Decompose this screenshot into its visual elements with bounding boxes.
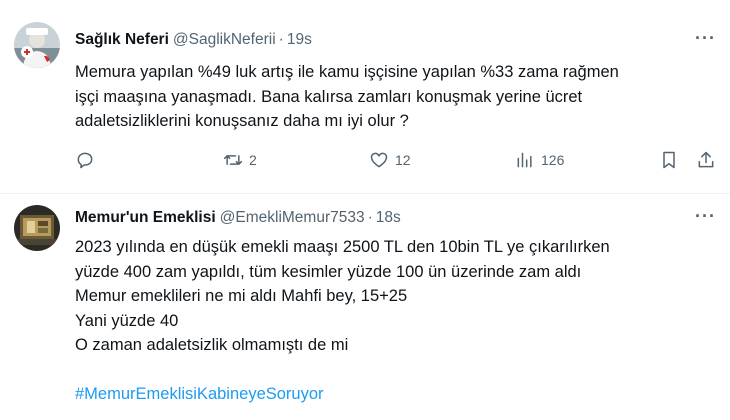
tweet-line: Memura yapılan %49 luk artış ile kamu iş… bbox=[75, 63, 619, 81]
reply-button[interactable] bbox=[75, 150, 95, 170]
display-name[interactable]: Memur'un Emeklisi bbox=[75, 209, 216, 227]
tweet-text: 2023 yılında en düşük emekli maaşı 2500 … bbox=[75, 235, 715, 407]
avatar[interactable] bbox=[14, 22, 60, 68]
tweet-line: Yani yüzde 40 bbox=[75, 311, 179, 330]
tweet-actions: 2 12 126 bbox=[75, 150, 718, 174]
user-handle[interactable]: @SaglikNeferii bbox=[173, 31, 276, 49]
user-handle[interactable]: @EmekliMemur7533 bbox=[220, 209, 365, 227]
retweet-button[interactable]: 2 bbox=[223, 150, 257, 170]
like-button[interactable]: 12 bbox=[369, 150, 411, 170]
hashtag-link[interactable]: #MemurEmeklisiKabineyeSoruyor bbox=[75, 382, 715, 407]
tweet-line: O zaman adaletsizlik olmamıştı de mi bbox=[75, 336, 349, 354]
tweet-header: Sağlık Neferi @SaglikNeferii · 19s bbox=[75, 31, 312, 49]
more-icon: ··· bbox=[695, 206, 716, 226]
timestamp[interactable]: 18s bbox=[376, 209, 401, 227]
heart-icon bbox=[370, 152, 388, 168]
display-name[interactable]: Sağlık Neferi bbox=[75, 31, 169, 49]
more-icon: ··· bbox=[695, 28, 716, 48]
avatar[interactable] bbox=[14, 205, 60, 251]
share-button[interactable] bbox=[696, 150, 716, 170]
more-options-button[interactable]: ··· bbox=[695, 28, 716, 49]
views-button[interactable]: 126 bbox=[515, 150, 564, 170]
view-count: 126 bbox=[541, 152, 565, 168]
timestamp[interactable]: 19s bbox=[287, 31, 312, 49]
separator-dot: · bbox=[367, 209, 373, 226]
tweet-header: Memur'un Emeklisi @EmekliMemur7533 · 18s bbox=[75, 209, 401, 227]
tweet-line: 2023 yılında en düşük emekli maaşı 2500 … bbox=[75, 238, 610, 256]
tweet-text: Memura yapılan %49 luk artış ile kamu iş… bbox=[75, 60, 715, 134]
reply-icon bbox=[77, 152, 93, 169]
retweet-icon bbox=[223, 155, 243, 165]
tweet-line: yüzde 400 zam yapıldı, tüm kesimler yüzd… bbox=[75, 262, 582, 281]
tweet-line: adaletsizliklerini konuşsanız daha mı iy… bbox=[75, 112, 409, 130]
bookmark-icon bbox=[663, 151, 675, 169]
tweet-line: işçi maaşına yanaşmadı. Bana kalırsa zam… bbox=[75, 87, 583, 106]
like-count: 12 bbox=[395, 152, 411, 168]
tweet-line: Memur emeklileri ne mi aldı Mahfi bey, 1… bbox=[75, 287, 408, 305]
tweet-1[interactable]: Sağlık Neferi @SaglikNeferii · 19s ··· M… bbox=[0, 0, 730, 193]
bookmark-button[interactable] bbox=[659, 150, 679, 170]
share-icon bbox=[698, 151, 714, 168]
tweet-2[interactable]: Memur'un Emeklisi @EmekliMemur7533 · 18s… bbox=[0, 194, 730, 420]
separator-dot: · bbox=[278, 31, 284, 48]
more-options-button[interactable]: ··· bbox=[695, 206, 716, 227]
views-chart-icon bbox=[517, 152, 532, 168]
retweet-count: 2 bbox=[249, 152, 257, 168]
